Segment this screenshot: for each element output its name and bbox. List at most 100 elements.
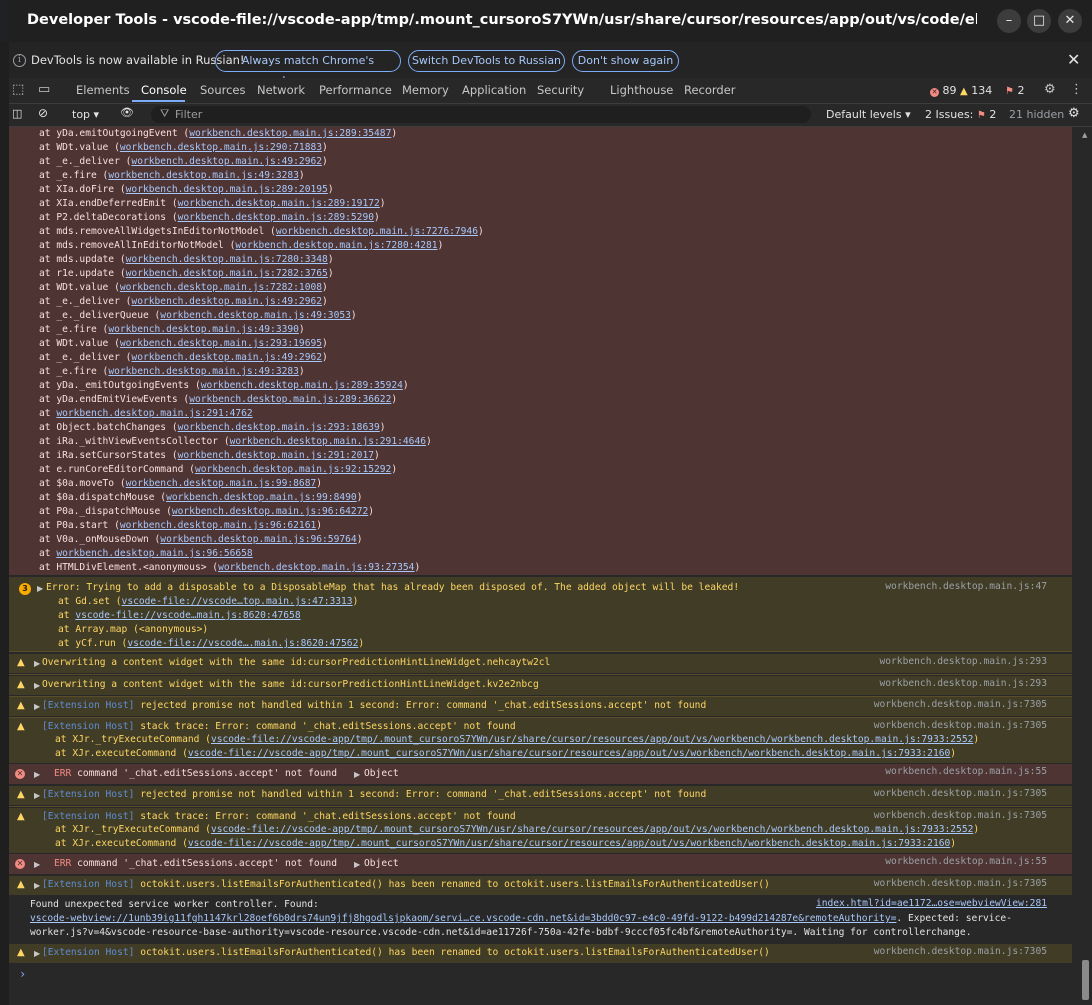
stack-link[interactable]: workbench.desktop.main.js:7276:7946 <box>276 226 478 237</box>
more-options-icon[interactable]: ⋮ <box>1070 82 1083 97</box>
issues-button[interactable]: 2 Issues: ⚑ 2 <box>925 108 996 121</box>
stack-link[interactable]: workbench.desktop.main.js:291:4762 <box>56 408 252 419</box>
expand-arrow-icon[interactable]: ▶ <box>34 881 40 890</box>
stack-link[interactable]: vscode-file://vscode-app/tmp/.mount_curs… <box>211 824 973 835</box>
stack-link[interactable]: workbench.desktop.main.js:7280:3348 <box>126 254 328 265</box>
tab-memory[interactable]: Memory <box>402 83 449 97</box>
source-link[interactable]: workbench.desktop.main.js:7305 <box>839 878 1047 889</box>
expand-arrow-icon[interactable]: ▶ <box>34 681 40 690</box>
console-settings-gear-icon[interactable]: ⚙ <box>1068 106 1080 121</box>
stack-link[interactable]: workbench.desktop.main.js:49:3283 <box>108 366 299 377</box>
stack-link[interactable]: workbench.desktop.main.js:293:19695 <box>120 338 322 349</box>
stack-link[interactable]: workbench.desktop.main.js:7282:1008 <box>120 282 322 293</box>
clear-console-icon[interactable]: ⊘ <box>38 106 48 120</box>
stack-link[interactable]: workbench.desktop.main.js:99:8687 <box>126 478 317 489</box>
source-link[interactable]: workbench.desktop.main.js:55 <box>839 856 1047 867</box>
source-link[interactable]: workbench.desktop.main.js:7305 <box>839 946 1047 957</box>
stack-link[interactable]: workbench.desktop.main.js:49:2962 <box>131 156 322 167</box>
octokit-warning-1[interactable]: ▲ ▶ [Extension Host] octokit.users.listE… <box>9 876 1072 895</box>
disposable-warning[interactable]: 3 ▶ Error: Trying to add a disposable to… <box>9 577 1072 651</box>
stack-link[interactable]: vscode-file://vscode-app/tmp/.mount_curs… <box>188 838 950 849</box>
expand-arrow-icon[interactable]: ▶ <box>34 702 40 711</box>
error-count[interactable]: ✕ 89 <box>930 84 957 97</box>
stack-link[interactable]: workbench.desktop.main.js:289:35924 <box>201 380 403 391</box>
stack-link[interactable]: workbench.desktop.main.js:93:27354 <box>218 562 414 573</box>
stack-link[interactable]: workbench.desktop.main.js:291:2017 <box>178 450 374 461</box>
stack-link[interactable]: workbench.desktop.main.js:92:15292 <box>195 464 391 475</box>
log-levels-dropdown[interactable]: Default levels ▾ <box>826 108 911 121</box>
stack-link[interactable]: vscode-file://vscode-app/tmp/.mount_curs… <box>211 734 973 745</box>
tab-console[interactable]: Console <box>141 83 187 97</box>
console-output[interactable]: at yDa.emitOutgoingEvent (workbench.desk… <box>9 127 1079 1005</box>
inspect-element-icon[interactable]: ⬚ <box>12 82 24 97</box>
webview-link[interactable]: vscode-webview://1unb39ig11fgh1147krl28o… <box>30 913 896 924</box>
expand-arrow-icon[interactable]: ▶ <box>34 791 40 800</box>
source-link[interactable]: workbench.desktop.main.js:7305 <box>839 720 1047 731</box>
source-link[interactable]: index.html?id=ae1172…ose=webviewView:281 <box>816 898 1047 909</box>
expand-arrow-icon[interactable]: ▶ <box>34 659 40 668</box>
tab-application[interactable]: Application <box>462 83 526 97</box>
tab-recorder[interactable]: Recorder <box>684 83 736 97</box>
stack-link[interactable]: vscode-file://vscode…top.main.js:47:3313 <box>122 596 353 607</box>
tab-performance[interactable]: Performance <box>319 83 392 97</box>
stack-link[interactable]: workbench.desktop.main.js:96:64272 <box>172 506 368 517</box>
switch-language-button[interactable]: Switch DevTools to Russian <box>408 50 565 72</box>
stack-link[interactable]: workbench.desktop.main.js:49:2962 <box>131 296 322 307</box>
stack-link[interactable]: workbench.desktop.main.js:289:36622 <box>189 394 391 405</box>
object-expand-arrow-icon[interactable]: ▶ <box>354 860 360 869</box>
stack-link[interactable]: workbench.desktop.main.js:49:2962 <box>131 352 322 363</box>
source-link[interactable]: workbench.desktop.main.js:47 <box>839 581 1047 592</box>
source-link[interactable]: workbench.desktop.main.js:7305 <box>839 810 1047 821</box>
console-scrollbar[interactable]: ▲ <box>1079 127 1092 1005</box>
tab-security[interactable]: Security <box>537 83 584 97</box>
tab-lighthouse[interactable]: Lighthouse <box>610 83 673 97</box>
maximize-button[interactable]: □ <box>1027 9 1051 33</box>
object-label[interactable]: Object <box>364 858 399 869</box>
source-link[interactable]: workbench.desktop.main.js:7305 <box>839 788 1047 799</box>
stack-link[interactable]: vscode-file://vscode….main.js:8620:47562 <box>127 638 358 649</box>
rejected-promise-warning-2[interactable]: ▲ ▶ [Extension Host] rejected promise no… <box>9 786 1072 805</box>
stack-link[interactable]: workbench.desktop.main.js:49:3283 <box>108 170 299 181</box>
object-label[interactable]: Object <box>364 768 399 779</box>
context-selector[interactable]: top ▾ <box>72 108 99 121</box>
stack-link[interactable]: workbench.desktop.main.js:289:19172 <box>178 198 380 209</box>
service-worker-info[interactable]: Found unexpected service worker controll… <box>9 896 1072 942</box>
dont-show-again-button[interactable]: Don't show again <box>572 50 679 72</box>
rejected-promise-warning-1[interactable]: ▲ ▶ [Extension Host] rejected promise no… <box>9 697 1072 716</box>
stack-link[interactable]: vscode-file://vscode…main.js:8620:47658 <box>75 610 300 621</box>
stack-link[interactable]: workbench.desktop.main.js:96:62161 <box>120 520 316 531</box>
expand-arrow-icon[interactable]: ▶ <box>34 860 40 869</box>
command-error-2[interactable]: ✕ ▶ ERR command '_chat.editSessions.acce… <box>9 854 1072 874</box>
stack-link[interactable]: workbench.desktop.main.js:49:3390 <box>108 324 299 335</box>
stack-trace-warning-2[interactable]: ▲ [Extension Host] stack trace: Error: c… <box>9 808 1072 853</box>
stack-link[interactable]: workbench.desktop.main.js:289:20195 <box>126 184 328 195</box>
issue-count[interactable]: ⚑ 2 <box>1005 84 1024 97</box>
stack-link[interactable]: workbench.desktop.main.js:7282:3765 <box>126 268 328 279</box>
stack-link[interactable]: workbench.desktop.main.js:49:3053 <box>160 310 351 321</box>
stack-link[interactable]: workbench.desktop.main.js:96:56658 <box>56 548 252 559</box>
stack-link[interactable]: workbench.desktop.main.js:291:4646 <box>230 436 426 447</box>
stack-link[interactable]: vscode-file://vscode-app/tmp/.mount_curs… <box>188 748 950 759</box>
source-link[interactable]: workbench.desktop.main.js:55 <box>839 766 1047 777</box>
octokit-warning-2[interactable]: ▲ ▶ [Extension Host] octokit.users.listE… <box>9 944 1072 963</box>
object-expand-arrow-icon[interactable]: ▶ <box>354 770 360 779</box>
stack-link[interactable]: workbench.desktop.main.js:290:71883 <box>120 142 322 153</box>
source-link[interactable]: workbench.desktop.main.js:293 <box>839 656 1047 667</box>
settings-gear-icon[interactable]: ⚙ <box>1044 82 1056 97</box>
stack-link[interactable]: workbench.desktop.main.js:293:18639 <box>178 422 380 433</box>
close-window-button[interactable]: ✕ <box>1058 9 1082 33</box>
close-infobar-icon[interactable]: ✕ <box>1067 50 1080 69</box>
warning-count[interactable]: ▲ 134 <box>960 84 992 97</box>
tab-sources[interactable]: Sources <box>200 83 246 97</box>
console-prompt[interactable]: › <box>19 967 26 981</box>
expand-arrow-icon[interactable]: ▶ <box>34 949 40 958</box>
widget-warning-1[interactable]: ▲ ▶ Overwriting a content widget with th… <box>9 654 1072 673</box>
stack-link[interactable]: workbench.desktop.main.js:7280:4281 <box>235 240 437 251</box>
source-link[interactable]: workbench.desktop.main.js:293 <box>839 678 1047 689</box>
expand-arrow-icon[interactable]: ▶ <box>37 584 43 593</box>
tab-elements[interactable]: Elements <box>76 83 130 97</box>
tab-network[interactable]: Network <box>257 83 305 97</box>
scroll-thumb[interactable] <box>1082 960 1089 1000</box>
stack-trace-warning-1[interactable]: ▲ [Extension Host] stack trace: Error: c… <box>9 718 1072 763</box>
device-toolbar-icon[interactable]: ▭ <box>38 82 50 97</box>
